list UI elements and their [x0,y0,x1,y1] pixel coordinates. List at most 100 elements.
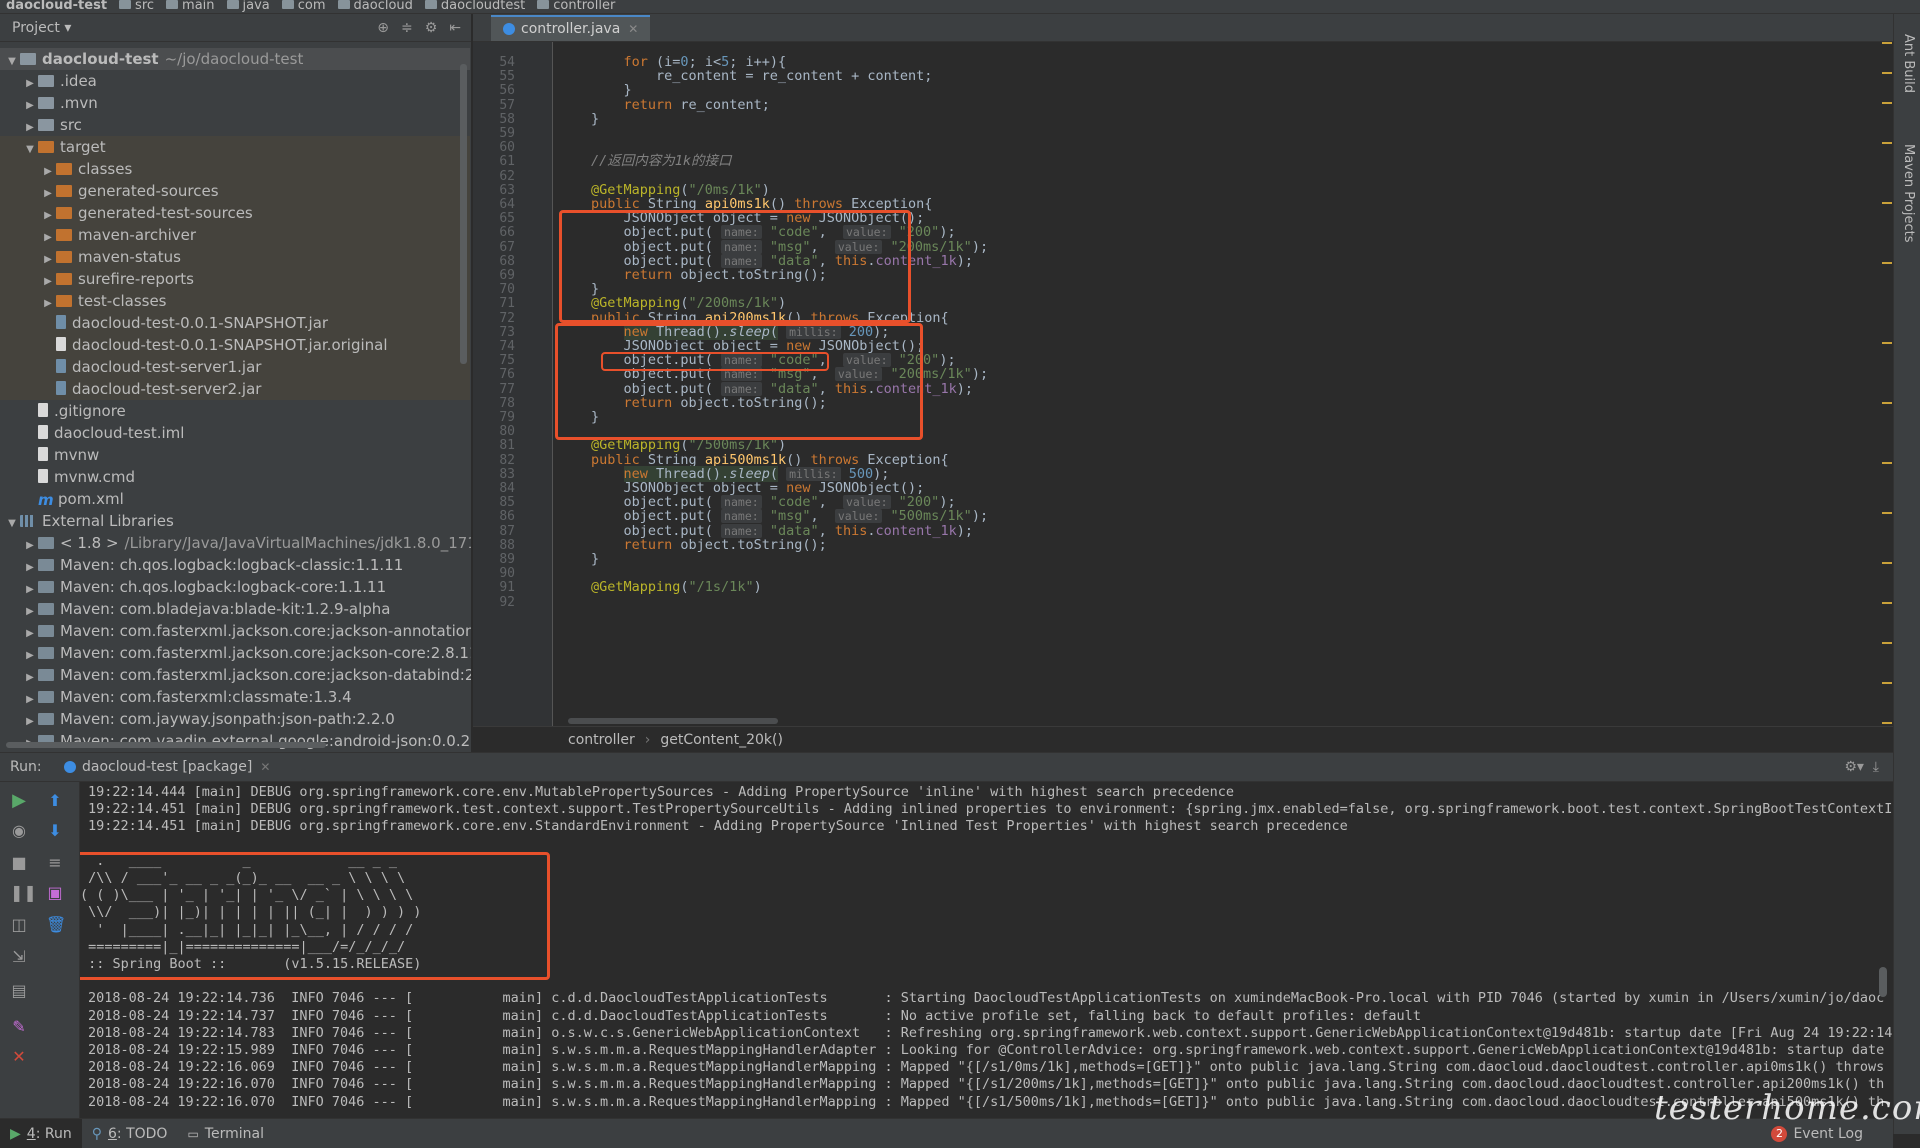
highlight-box-api0ms1k [559,210,911,323]
warning-mark[interactable] [1882,72,1892,74]
error-stripe[interactable] [1878,42,1892,752]
tree-item[interactable]: ▶ Maven: ch.qos.logback:logback-core:1.1.… [0,576,470,598]
console-line: 2018-08-24 19:22:14.737 INFO 7046 --- [ … [88,1007,1421,1024]
nav-crumb-4[interactable]: com [276,0,332,12]
trash-icon[interactable]: 🗑 [46,916,66,934]
hide-panel-icon[interactable]: ⇤ [449,20,461,36]
tree-item[interactable]: ▶ generated-test-sources [0,202,470,224]
tree-item[interactable]: .gitignore [0,400,470,422]
tree-item[interactable]: ▶ classes [0,158,470,180]
tree-item[interactable]: ▶ src [0,114,470,136]
pin-icon[interactable]: ✎ [10,1018,28,1036]
code-area[interactable]: 54 55 56 57 58 59 60 61 62 63 64 65 66 67 68 69 70 71 72 73… [473,42,1893,726]
project-vertical-scrollbar[interactable] [460,64,467,364]
project-panel-header: Project ▾ ⊕ ≑ ⚙ ⇤ [0,14,471,42]
tree-item[interactable]: daocloud-test.iml [0,422,470,444]
warning-mark[interactable] [1882,462,1892,464]
tree-item[interactable]: ▶ test-classes [0,290,470,312]
crumb-method[interactable]: getContent_20k() [660,732,783,748]
warning-mark[interactable] [1882,682,1892,684]
warning-mark[interactable] [1882,602,1892,604]
tree-item[interactable]: ▶ generated-sources [0,180,470,202]
nav-crumb-7[interactable]: controller [531,0,621,12]
close-run-tab-icon[interactable]: ✕ [260,760,270,774]
warning-mark[interactable] [1882,722,1892,724]
stop-icon[interactable]: ■ [10,854,28,872]
tree-item[interactable]: ▼ External Libraries [0,510,470,532]
run-config-tab[interactable]: daocloud-test [package] ✕ [56,759,278,775]
tree-item[interactable]: ▶ Maven: com.fasterxml:classmate:1.3.4 [0,686,470,708]
tree-item[interactable]: daocloud-test-0.0.1-SNAPSHOT.jar.origina… [0,334,470,356]
tree-item[interactable]: mvnw [0,444,470,466]
tree-item[interactable]: mvnw.cmd [0,466,470,488]
warning-mark[interactable] [1882,402,1892,404]
pause-icon[interactable]: ❚❚ [10,884,37,902]
ant-build-tab[interactable]: Ant Build [1901,34,1916,93]
console-vertical-scrollbar[interactable] [1879,967,1887,997]
todo-tool-button[interactable]: ⚲ 6: TODO [82,1126,178,1142]
tree-item-label: surefire-reports [78,270,194,288]
editor-horizontal-scrollbar[interactable] [568,718,778,724]
nav-crumb-3[interactable]: java [221,0,276,12]
print-icon[interactable]: ▣ [46,884,64,902]
tree-item[interactable]: ▶ < 1.8 >/Library/Java/JavaVirtualMachine… [0,532,471,554]
tree-item[interactable]: daocloud-test-0.0.1-SNAPSHOT.jar [0,312,470,334]
tree-item[interactable]: ▶ Maven: com.fasterxml.jackson.core:jacks… [0,620,472,642]
tree-item[interactable]: m pom.xml [0,488,470,510]
tree-item[interactable]: ▼ target [0,136,470,158]
debug-icon[interactable]: ◉ [10,822,28,840]
nav-crumb-2[interactable]: main [160,0,220,12]
settings-gear-icon[interactable]: ⚙ [425,20,438,36]
crumb-class[interactable]: controller [568,732,635,748]
tree-item[interactable]: ▶ .mvn [0,92,470,114]
close-run-icon[interactable]: ✕ [10,1048,28,1066]
tree-item[interactable]: ▶ Maven: com.fasterxml.jackson.core:jacks… [0,642,471,664]
warning-mark[interactable] [1882,42,1892,44]
collapse-icon[interactable]: ≑ [401,20,413,36]
nav-crumb-6[interactable]: daocloudtest [419,0,531,12]
tree-item[interactable]: daocloud-test-server1.jar [0,356,470,378]
tree-item[interactable]: ▶ Maven: com.fasterxml.jackson.core:jacks… [0,664,471,686]
tree-item[interactable]: ▼ daocloud-test ~/jo/daocloud-test [0,48,470,70]
run-tool-button[interactable]: ▶ 4: Run [0,1119,82,1148]
warning-mark[interactable] [1882,262,1892,264]
scroll-up-icon[interactable]: ⬆ [46,792,64,810]
nav-crumb-5[interactable]: daocloud [332,0,419,12]
warning-mark[interactable] [1882,342,1892,344]
tree-item[interactable]: ▶ .idea [0,70,470,92]
tree-item-label: daocloud-test-server1.jar [72,358,262,376]
tree-item[interactable]: ▶ Maven: ch.qos.logback:logback-classic:1… [0,554,470,576]
rerun-icon[interactable]: ▶ [10,792,28,810]
project-horizontal-scrollbar[interactable] [6,742,326,748]
locate-icon[interactable]: ⊕ [377,20,389,36]
tree-item[interactable]: ▶ surefire-reports [0,268,470,290]
tree-item[interactable]: ▶ maven-status [0,246,470,268]
warning-mark[interactable] [1882,512,1892,514]
maven-projects-tab[interactable]: Maven Projects [1901,144,1916,243]
warning-mark[interactable] [1882,202,1892,204]
tree-item[interactable]: ▶Maven: com.vaadin.external.google:andro… [0,730,471,752]
scroll-down-icon[interactable]: ⬇ [46,822,64,840]
tree-item[interactable]: ▶ Maven: com.jayway.jsonpath:json-path:2.… [0,708,470,730]
folder-icon [119,0,132,9]
nav-crumb-0[interactable]: daocloud-test [0,0,113,12]
exit-icon[interactable]: ⇲ [10,948,28,966]
close-tab-icon[interactable]: ✕ [628,22,638,36]
layout-icon[interactable]: ▤ [10,982,28,1000]
nav-crumb-1[interactable]: src [113,0,160,12]
tree-item[interactable]: ▶ Maven: com.bladejava:blade-kit:1.2.9-al… [0,598,470,620]
tree-item-label: Maven: com.fasterxml.jackson.core:jackso… [60,622,472,640]
soft-wrap-icon[interactable]: ≡ [46,854,64,872]
run-console-output[interactable]: 19:22:14.444 [main] DEBUG org.springfram… [80,782,1893,1118]
tree-item[interactable]: daocloud-test-server2.jar [0,378,470,400]
warning-mark[interactable] [1882,102,1892,104]
warning-mark[interactable] [1882,642,1892,644]
terminal-tool-button[interactable]: ▭ Terminal [177,1126,274,1142]
tab-controller-java[interactable]: controller.java ✕ [491,15,651,41]
warning-mark[interactable] [1882,562,1892,564]
dump-threads-icon[interactable]: ◫ [10,916,28,934]
project-view-selector[interactable]: Project ▾ [12,20,71,36]
warning-mark[interactable] [1882,142,1892,144]
tree-item[interactable]: ▶ maven-archiver [0,224,470,246]
run-settings-icon[interactable]: ⚙▾ ⤓ [1844,759,1893,775]
